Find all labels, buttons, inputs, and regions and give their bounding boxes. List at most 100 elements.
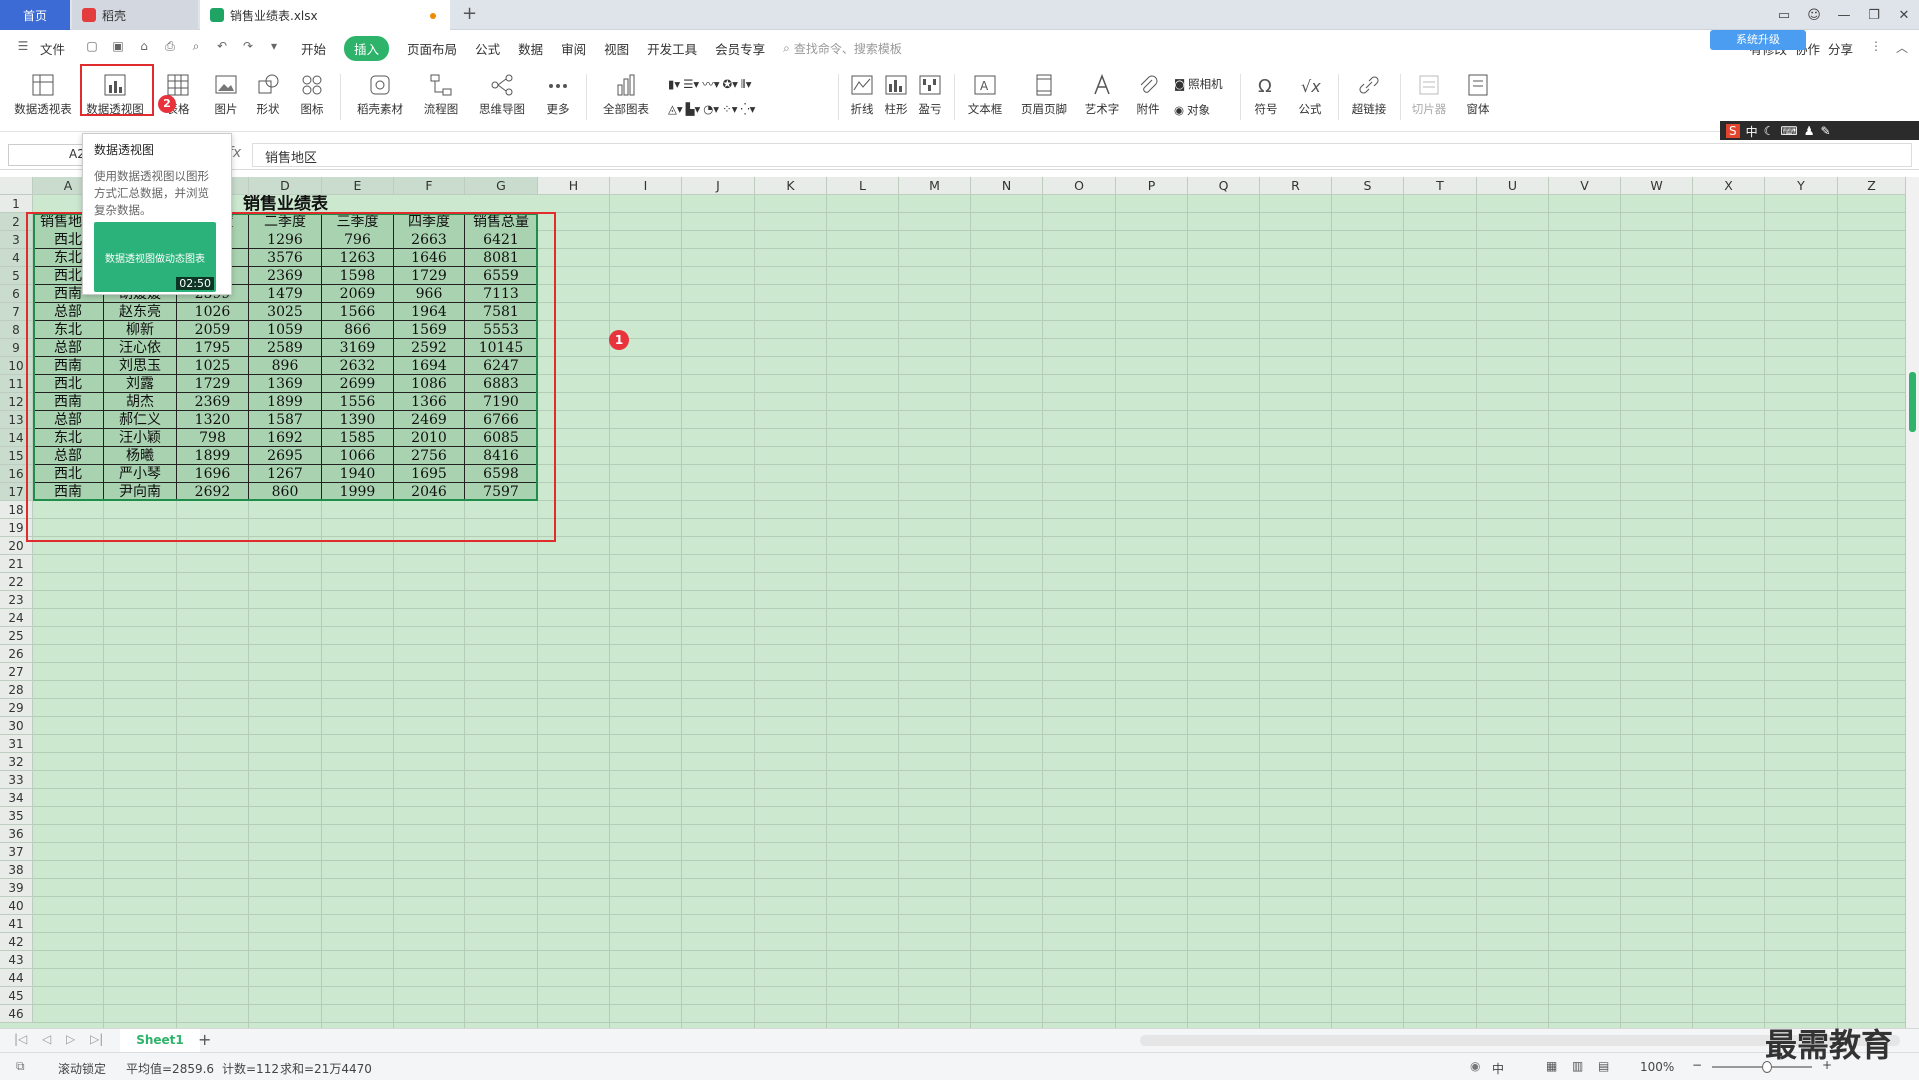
row-header[interactable]: 39	[0, 879, 33, 897]
sparkline-column-button[interactable]: 柱形	[880, 70, 912, 126]
formula-button[interactable]: √x 公式	[1290, 70, 1330, 126]
column-header[interactable]: Q	[1188, 177, 1260, 195]
row-header[interactable]: 45	[0, 987, 33, 1005]
attachment-button[interactable]: 附件	[1130, 70, 1166, 126]
collapse-ribbon-icon[interactable]: ︿	[1893, 39, 1911, 57]
column-header[interactable]: Z	[1838, 177, 1906, 195]
zoom-level[interactable]: 100%	[1640, 1060, 1674, 1074]
wordart-button[interactable]: 艺术字	[1078, 70, 1126, 126]
panel-icon[interactable]: ▭	[1769, 8, 1799, 23]
next-sheet-icon[interactable]: ▷	[66, 1032, 75, 1046]
column-header[interactable]: E	[322, 177, 394, 195]
column-header[interactable]: H	[538, 177, 610, 195]
redo-icon[interactable]: ↷	[239, 39, 257, 57]
tooltip-video-thumbnail[interactable]: 数据透视图做动态图表 02:50	[94, 222, 216, 292]
column-header[interactable]: F	[394, 177, 465, 195]
mindmap-button[interactable]: 思维导图	[472, 70, 532, 126]
hyperlink-button[interactable]: 超链接	[1346, 70, 1392, 126]
column-header[interactable]: Y	[1765, 177, 1838, 195]
column-header[interactable]: L	[827, 177, 899, 195]
row-header[interactable]: 25	[0, 627, 33, 645]
row-header[interactable]: 36	[0, 825, 33, 843]
column-header[interactable]: G	[465, 177, 538, 195]
row-header[interactable]: 43	[0, 951, 33, 969]
hamburger-icon[interactable]: ☰	[14, 39, 32, 57]
row-header[interactable]: 27	[0, 663, 33, 681]
material-button[interactable]: 稻壳素材	[350, 70, 410, 126]
scroll-thumb[interactable]	[1909, 372, 1916, 432]
zoom-out-icon[interactable]: −	[1692, 1058, 1702, 1072]
shape-button[interactable]: 形状	[248, 70, 288, 126]
restore-icon[interactable]: ❐	[1859, 8, 1889, 23]
column-header[interactable]: P	[1116, 177, 1188, 195]
tab-daoke[interactable]: 稻壳	[72, 0, 198, 30]
row-header[interactable]: 34	[0, 789, 33, 807]
row-header[interactable]: 46	[0, 1005, 33, 1023]
row-header[interactable]: 28	[0, 681, 33, 699]
row-header[interactable]: 23	[0, 591, 33, 609]
prev-sheet-icon[interactable]: ◁	[42, 1032, 51, 1046]
column-header[interactable]: R	[1260, 177, 1332, 195]
column-header[interactable]: W	[1621, 177, 1693, 195]
ime-indicator[interactable]: 中	[1492, 1060, 1504, 1077]
ime-toolbar[interactable]: S 中 ☾ ⌨ ♟ ✎	[1720, 121, 1919, 141]
menu-insert[interactable]: 插入	[344, 35, 390, 61]
more-button[interactable]: 更多	[538, 70, 578, 126]
textbox-button[interactable]: A 文本框	[962, 70, 1008, 126]
name-box[interactable]: A2	[8, 144, 88, 166]
more-icon[interactable]: ⋮	[1867, 39, 1885, 57]
select-all-corner[interactable]	[0, 177, 33, 195]
column-header[interactable]: S	[1332, 177, 1404, 195]
row-header[interactable]: 33	[0, 771, 33, 789]
menu-file[interactable]: 文件	[40, 39, 65, 58]
camera-button[interactable]: ◙ 照相机	[1174, 76, 1223, 92]
column-header[interactable]: V	[1549, 177, 1621, 195]
sheet-tab-sheet1[interactable]: Sheet1	[120, 1029, 200, 1052]
window-form-button[interactable]: 窗体	[1458, 70, 1498, 126]
header-footer-button[interactable]: 页眉页脚	[1014, 70, 1074, 126]
chart-type-group-top[interactable]: ▮▾ ☰▾ 〰▾ ✪▾ ⫴▾	[668, 76, 752, 92]
eye-icon[interactable]: ◉	[1470, 1059, 1480, 1073]
sparkline-winloss-button[interactable]: 盈亏	[914, 70, 946, 126]
sparkline-line-button[interactable]: 折线	[846, 70, 878, 126]
chart-type-group-bottom[interactable]: ◬▾ ▙▾ ◔▾ ⁘▾ ⁛▾	[668, 102, 755, 116]
menu-start[interactable]: 开始	[301, 39, 326, 58]
row-header[interactable]: 1	[0, 195, 33, 213]
menu-developer[interactable]: 开发工具	[647, 39, 697, 58]
share-button[interactable]: 分享	[1828, 39, 1853, 58]
preview-icon[interactable]: ⌕	[187, 39, 205, 57]
row-header[interactable]: 21	[0, 555, 33, 573]
column-header[interactable]: D	[249, 177, 322, 195]
column-header[interactable]: X	[1693, 177, 1765, 195]
row-header[interactable]: 40	[0, 897, 33, 915]
new-doc-icon[interactable]: ▢	[83, 39, 101, 57]
print-icon[interactable]: ⎙	[161, 39, 179, 57]
row-header[interactable]: 22	[0, 573, 33, 591]
menu-formula[interactable]: 公式	[475, 39, 500, 58]
last-sheet-icon[interactable]: ▷|	[90, 1032, 103, 1046]
row-header[interactable]: 44	[0, 969, 33, 987]
new-tab-icon[interactable]: +	[462, 3, 477, 24]
row-header[interactable]: 42	[0, 933, 33, 951]
symbol-button[interactable]: Ω 符号	[1246, 70, 1286, 126]
column-header[interactable]: U	[1477, 177, 1549, 195]
icon-button[interactable]: 图标	[292, 70, 332, 126]
first-sheet-icon[interactable]: |◁	[14, 1032, 27, 1046]
row-header[interactable]: 26	[0, 645, 33, 663]
flowchart-button[interactable]: 流程图	[416, 70, 466, 126]
column-header[interactable]: T	[1404, 177, 1477, 195]
row-header[interactable]: 24	[0, 609, 33, 627]
object-button[interactable]: ◉ 对象	[1174, 102, 1210, 118]
row-header[interactable]: 29	[0, 699, 33, 717]
macro-icon[interactable]: ⧉	[16, 1059, 25, 1074]
row-header[interactable]: 32	[0, 753, 33, 771]
format-painter-icon[interactable]: ⌂	[135, 39, 153, 57]
row-header[interactable]: 37	[0, 843, 33, 861]
tab-home[interactable]: 首页	[0, 0, 70, 30]
menu-data[interactable]: 数据	[518, 39, 543, 58]
column-header[interactable]: O	[1043, 177, 1116, 195]
column-header[interactable]: I	[610, 177, 682, 195]
row-header[interactable]: 30	[0, 717, 33, 735]
row-header[interactable]: 35	[0, 807, 33, 825]
close-icon[interactable]: ✕	[1889, 8, 1919, 23]
